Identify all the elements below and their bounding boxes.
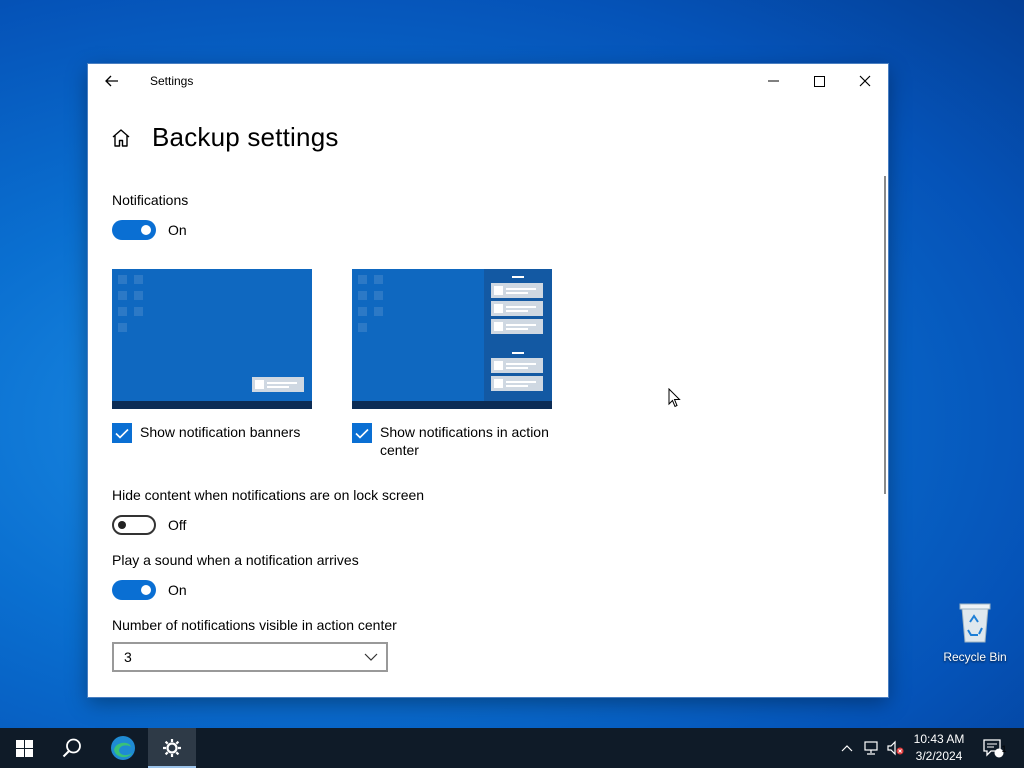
notification-count-badge: 1 bbox=[1001, 744, 1007, 754]
page-title: Backup settings bbox=[152, 122, 339, 152]
back-button[interactable] bbox=[100, 70, 124, 92]
sound-setting: Play a sound when a notification arrives… bbox=[112, 552, 712, 600]
settings-content: Notifications On Show notification banne… bbox=[112, 192, 832, 672]
notifications-toggle[interactable] bbox=[112, 220, 156, 240]
page-header: Backup settings bbox=[110, 122, 339, 153]
notifications-toggle-row: On bbox=[112, 220, 832, 240]
show-in-action-center-checkbox[interactable] bbox=[352, 423, 372, 443]
home-icon[interactable] bbox=[110, 127, 132, 149]
settings-taskbar-button[interactable] bbox=[148, 728, 196, 768]
maximize-icon bbox=[813, 75, 825, 87]
show-banners-checkbox-row[interactable]: Show notification banners bbox=[112, 423, 320, 443]
show-in-action-center-label: Show notifications in action center bbox=[380, 424, 549, 458]
window-title: Settings bbox=[150, 74, 194, 88]
minimize-icon bbox=[767, 80, 779, 82]
notifications-toggle-state: On bbox=[168, 222, 187, 238]
chevron-up-icon bbox=[841, 744, 853, 751]
sound-label: Play a sound when a notification arrives bbox=[112, 552, 359, 568]
mouse-cursor-icon bbox=[668, 388, 681, 408]
settings-window: Settings Backup settings Notifications O… bbox=[88, 64, 888, 697]
action-center-preview-image bbox=[352, 269, 552, 409]
network-icon bbox=[864, 741, 878, 755]
lock-screen-toggle-row: Off bbox=[112, 515, 712, 535]
lock-screen-toggle[interactable] bbox=[112, 515, 156, 535]
sound-toggle[interactable] bbox=[112, 580, 156, 600]
banner-preview-image bbox=[112, 269, 312, 409]
desktop-icon-recycle-bin[interactable]: Recycle Bin bbox=[940, 600, 1010, 664]
close-button[interactable] bbox=[842, 64, 888, 98]
visible-count-label: Number of notifications visible in actio… bbox=[112, 617, 397, 633]
edge-taskbar-button[interactable] bbox=[99, 728, 147, 768]
title-bar: Settings bbox=[88, 64, 888, 98]
lock-screen-setting: Hide content when notifications are on l… bbox=[112, 487, 712, 535]
scrollbar[interactable] bbox=[884, 176, 886, 494]
clock-date: 3/2/2024 bbox=[915, 749, 963, 763]
sound-toggle-state: On bbox=[168, 582, 187, 598]
action-center-button[interactable]: 1 bbox=[978, 728, 1008, 768]
arrow-left-icon bbox=[105, 75, 118, 87]
visible-count-value: 3 bbox=[124, 649, 132, 665]
show-hidden-icons-button[interactable] bbox=[838, 728, 856, 768]
close-icon bbox=[859, 75, 871, 87]
maximize-button[interactable] bbox=[796, 64, 842, 98]
checkmark-icon bbox=[115, 428, 129, 439]
sound-toggle-row: On bbox=[112, 580, 712, 600]
lock-screen-toggle-state: Off bbox=[168, 517, 187, 533]
recycle-bin-label: Recycle Bin bbox=[943, 650, 1007, 664]
start-button[interactable] bbox=[0, 728, 48, 768]
lock-screen-label: Hide content when notifications are on l… bbox=[112, 487, 425, 503]
search-button[interactable] bbox=[48, 728, 96, 768]
show-in-action-center-checkbox-row[interactable]: Show notifications in action center bbox=[352, 423, 555, 459]
recycle-bin-icon bbox=[956, 600, 994, 644]
clock-time: 10:43 AM bbox=[913, 732, 965, 746]
visible-count-dropdown[interactable]: 3 bbox=[112, 642, 388, 672]
checkmark-icon bbox=[355, 428, 369, 439]
minimize-button[interactable] bbox=[750, 64, 796, 98]
edge-icon bbox=[111, 736, 135, 760]
chevron-down-icon bbox=[364, 653, 378, 661]
show-banners-label: Show notification banners bbox=[140, 424, 301, 440]
taskbar-clock[interactable]: 10:43 AM 3/2/2024 bbox=[906, 731, 972, 765]
volume-tray-button[interactable] bbox=[884, 728, 906, 768]
taskbar: 10:43 AM 3/2/2024 1 bbox=[0, 728, 1024, 768]
start-icon bbox=[15, 739, 33, 757]
network-tray-button[interactable] bbox=[860, 728, 882, 768]
show-banners-checkbox[interactable] bbox=[112, 423, 132, 443]
volume-muted-icon bbox=[887, 740, 904, 756]
settings-icon bbox=[163, 739, 181, 757]
notifications-label: Notifications bbox=[112, 192, 189, 208]
search-icon bbox=[62, 738, 81, 758]
